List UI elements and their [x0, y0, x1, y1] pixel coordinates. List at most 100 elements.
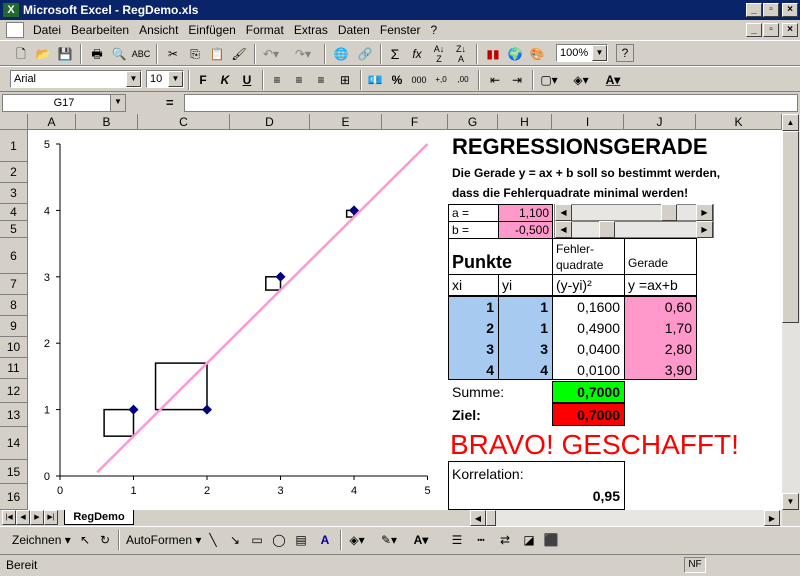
- prev-sheet-arrow[interactable]: ◀: [16, 510, 30, 525]
- name-box[interactable]: G17 ▼: [2, 94, 126, 112]
- a-slider[interactable]: ◀ ▶: [554, 204, 714, 221]
- font-size-combo[interactable]: 10 ▼: [146, 70, 184, 88]
- help-icon[interactable]: ?: [616, 44, 634, 62]
- b-slider-right-arrow[interactable]: ▶: [696, 221, 713, 238]
- menu-help[interactable]: ?: [426, 23, 443, 37]
- underline-button[interactable]: U: [236, 70, 258, 90]
- percent-button[interactable]: %: [386, 70, 408, 90]
- row-header[interactable]: 10: [0, 337, 28, 358]
- sort-descending-icon[interactable]: Z↓ A: [450, 44, 472, 64]
- line-style-icon[interactable]: ☰: [446, 530, 468, 550]
- zeichnen-menu[interactable]: Zeichnen ▾: [12, 533, 71, 547]
- align-left-icon[interactable]: ≡: [266, 70, 288, 90]
- b-slider[interactable]: ◀ ▶: [554, 221, 714, 238]
- row-header[interactable]: 2: [0, 162, 28, 183]
- new-file-icon[interactable]: 🗋: [10, 44, 32, 64]
- zoom-combo[interactable]: 100% ▼: [556, 44, 608, 62]
- copy-icon[interactable]: ⎘: [184, 44, 206, 64]
- thousands-button[interactable]: 000: [408, 70, 430, 90]
- row-header[interactable]: 7: [0, 274, 28, 295]
- font-color-icon[interactable]: A▾: [602, 70, 624, 90]
- sheet-tab-regdemo[interactable]: RegDemo: [64, 510, 134, 525]
- redo-icon[interactable]: ↷▾: [292, 44, 314, 64]
- vertical-scrollbar[interactable]: ▲ ▼: [782, 114, 800, 510]
- undo-icon[interactable]: ↶▾: [260, 44, 282, 64]
- row-header[interactable]: 9: [0, 316, 28, 337]
- cut-icon[interactable]: ✂: [162, 44, 184, 64]
- worksheet-grid[interactable]: A B C D E F G H I J K 1 2 3 4 5 6 7 8 9 …: [0, 114, 782, 510]
- currency-icon[interactable]: 💶: [364, 70, 386, 90]
- row-header[interactable]: 11: [0, 358, 28, 379]
- select-objects-icon[interactable]: ↖: [74, 530, 96, 550]
- shadow-icon[interactable]: ◪: [518, 530, 540, 550]
- wordart-icon[interactable]: A: [314, 530, 336, 550]
- col-header-g[interactable]: G: [448, 114, 498, 130]
- row-header[interactable]: 1: [0, 130, 28, 162]
- italic-button[interactable]: K: [214, 70, 236, 90]
- menu-bearbeiten[interactable]: Bearbeiten: [66, 23, 134, 37]
- regression-chart[interactable]: 0 1 2 3 4 5 0 1 2 3 4 5: [28, 130, 448, 510]
- arrow-icon[interactable]: ↘: [224, 530, 246, 550]
- row-header[interactable]: 5: [0, 221, 28, 238]
- a-slider-right-arrow[interactable]: ▶: [696, 204, 713, 221]
- a-value-cell[interactable]: 1,100: [498, 204, 553, 222]
- col-header-e[interactable]: E: [310, 114, 382, 130]
- save-icon[interactable]: 💾: [54, 44, 76, 64]
- maximize-button[interactable]: ▫: [763, 3, 779, 17]
- decrease-decimal-icon[interactable]: ,00: [452, 70, 474, 90]
- row-header[interactable]: 16: [0, 484, 28, 510]
- fill-color-draw-icon[interactable]: ◈▾: [346, 530, 368, 550]
- decrease-indent-icon[interactable]: ⇤: [484, 70, 506, 90]
- menu-daten[interactable]: Daten: [333, 23, 375, 37]
- a-slider-left-arrow[interactable]: ◀: [555, 204, 572, 221]
- chart-wizard-icon[interactable]: ▮▮: [482, 44, 504, 64]
- row-header[interactable]: 8: [0, 295, 28, 316]
- menu-einfuegen[interactable]: Einfügen: [183, 23, 240, 37]
- free-rotate-icon[interactable]: ↻: [94, 530, 116, 550]
- rectangle-icon[interactable]: ▭: [246, 530, 268, 550]
- scroll-thumb[interactable]: [782, 131, 799, 323]
- align-center-icon[interactable]: ≡: [288, 70, 310, 90]
- row-header[interactable]: 6: [0, 238, 28, 274]
- 3d-icon[interactable]: ⬛: [540, 530, 562, 550]
- arrow-style-icon[interactable]: ⇄: [494, 530, 516, 550]
- row-header[interactable]: 14: [0, 427, 28, 460]
- col-header-h[interactable]: H: [498, 114, 552, 130]
- line-color-icon[interactable]: ✎▾: [378, 530, 400, 550]
- col-header-i[interactable]: I: [552, 114, 624, 130]
- dash-style-icon[interactable]: ┅: [470, 530, 492, 550]
- font-color-draw-icon[interactable]: A▾: [410, 530, 432, 550]
- a-slider-thumb[interactable]: [660, 204, 677, 221]
- font-combo[interactable]: Arial ▼: [10, 70, 142, 88]
- sort-ascending-icon[interactable]: A↓ Z: [428, 44, 450, 64]
- menu-extras[interactable]: Extras: [289, 23, 333, 37]
- map-icon[interactable]: 🌍: [504, 44, 526, 64]
- oval-icon[interactable]: ◯: [268, 530, 290, 550]
- autoformen-menu[interactable]: AutoFormen ▾: [126, 533, 201, 547]
- formula-input[interactable]: [184, 94, 798, 112]
- scroll-up-arrow[interactable]: ▲: [782, 114, 799, 131]
- autosum-icon[interactable]: Σ: [384, 44, 406, 64]
- doc-close-button[interactable]: ×: [782, 23, 798, 37]
- hscroll-thumb[interactable]: [486, 510, 496, 526]
- spellcheck-icon[interactable]: ABC: [130, 44, 152, 64]
- increase-decimal-icon[interactable]: +,0: [430, 70, 452, 90]
- row-header[interactable]: 4: [0, 204, 28, 221]
- menu-datei[interactable]: Datei: [28, 23, 66, 37]
- line-icon[interactable]: ╲: [202, 530, 224, 550]
- hyperlink-icon[interactable]: 🌐: [330, 44, 352, 64]
- scroll-right-arrow[interactable]: ▶: [764, 510, 780, 526]
- open-folder-icon[interactable]: 📂: [32, 44, 54, 64]
- row-header[interactable]: 13: [0, 403, 28, 427]
- minimize-button[interactable]: _: [746, 3, 762, 17]
- row-header[interactable]: 12: [0, 379, 28, 403]
- merge-center-icon[interactable]: ⊞: [334, 70, 356, 90]
- doc-restore-button[interactable]: ▫: [763, 23, 779, 37]
- menu-fenster[interactable]: Fenster: [375, 23, 426, 37]
- increase-indent-icon[interactable]: ⇥: [506, 70, 528, 90]
- col-header-k[interactable]: K: [696, 114, 782, 130]
- formula-equals[interactable]: =: [166, 95, 174, 110]
- col-header-f[interactable]: F: [382, 114, 448, 130]
- borders-icon[interactable]: ▢▾: [538, 70, 560, 90]
- col-header-a[interactable]: A: [28, 114, 76, 130]
